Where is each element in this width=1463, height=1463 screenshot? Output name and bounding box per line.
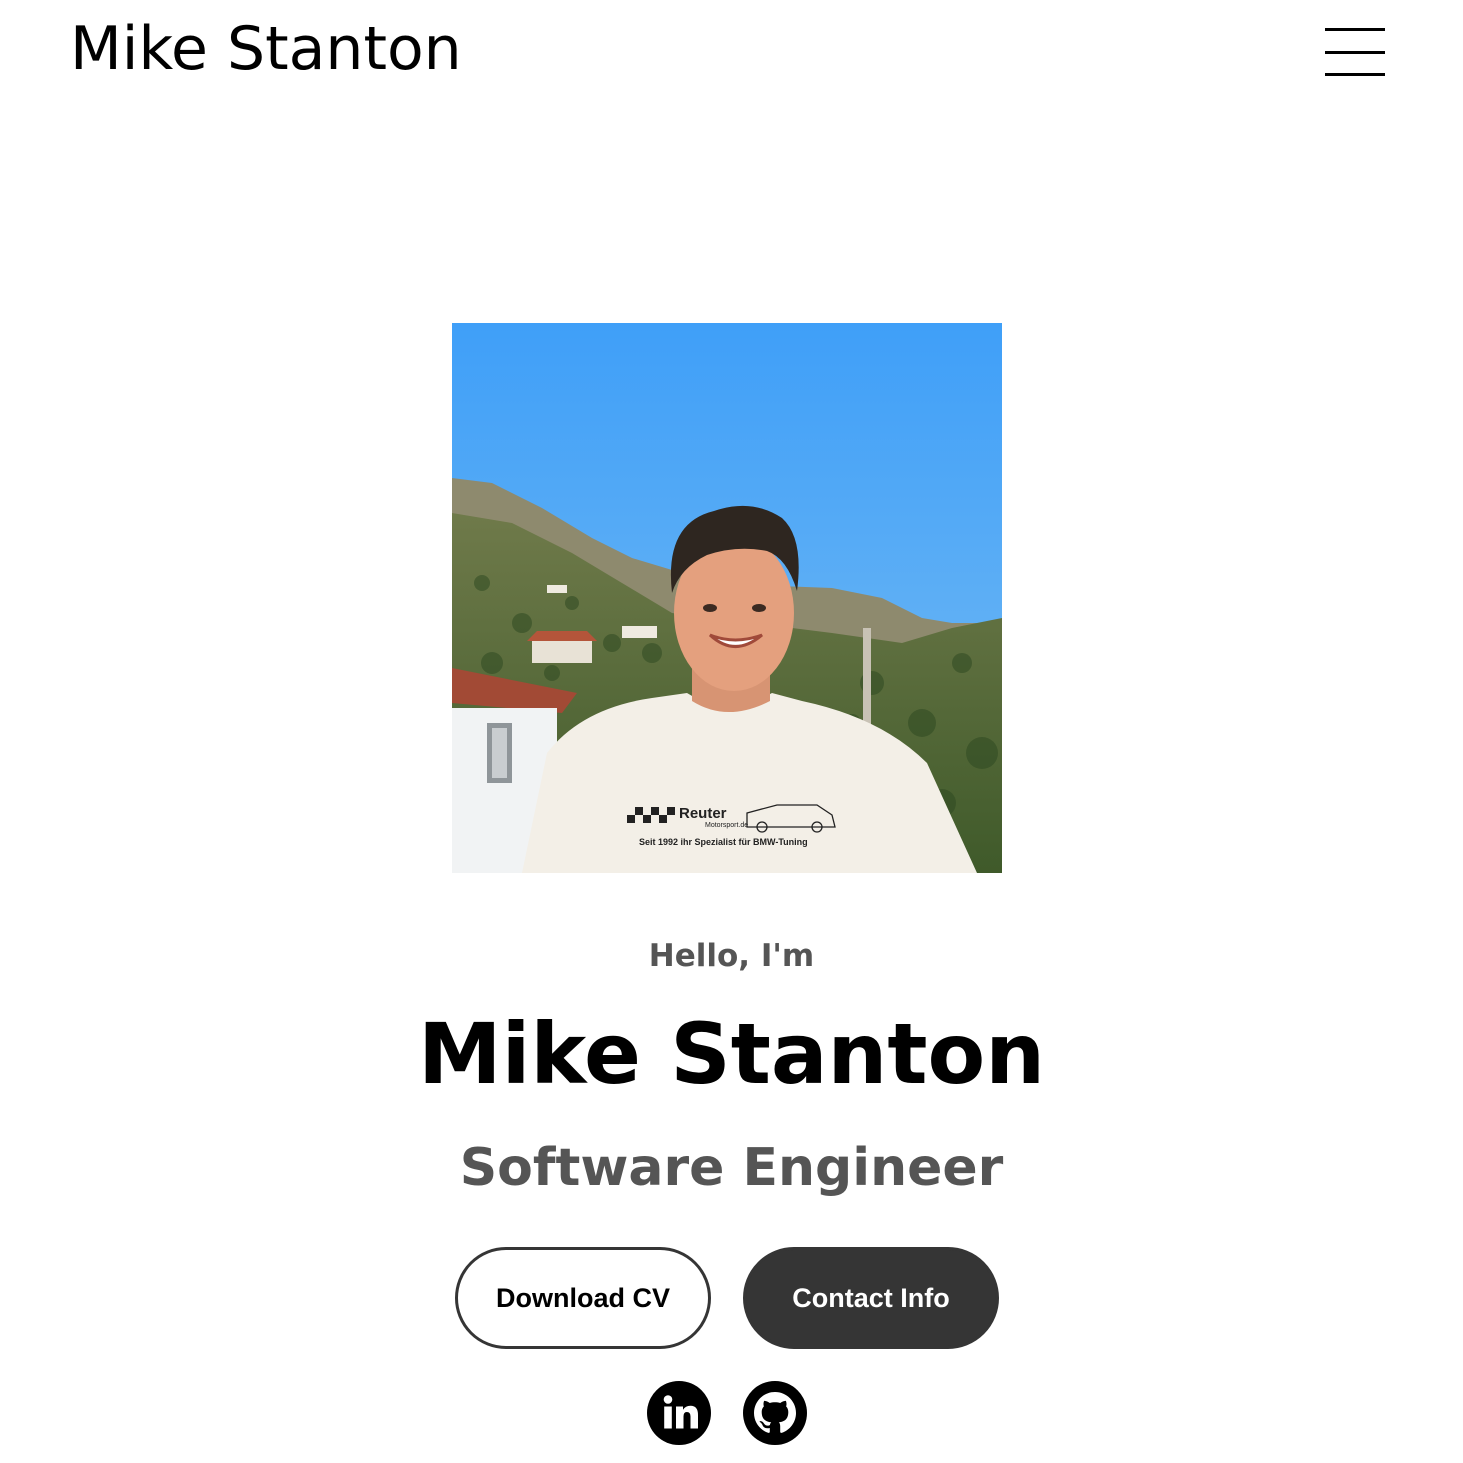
download-cv-button[interactable]: Download CV [455, 1247, 711, 1349]
profile-picture: Reuter Motorsport.de Seit 1992 ihr Spezi… [452, 323, 1002, 873]
github-icon[interactable] [743, 1381, 807, 1445]
hamburger-line [1325, 28, 1385, 31]
role-title: Software Engineer [459, 1138, 1004, 1198]
contact-info-button[interactable]: Contact Info [743, 1247, 999, 1349]
hamburger-menu-icon[interactable] [1325, 28, 1385, 78]
hamburger-line [1325, 51, 1385, 54]
hero-name: Mike Stanton [417, 1005, 1045, 1103]
shirt-brand: Reuter [679, 805, 727, 822]
shirt-site: Motorsport.de [705, 822, 748, 829]
hamburger-line [1325, 73, 1385, 76]
greeting-text: Hello, I'm [648, 938, 815, 974]
page: Mike Stanton Reuter Motorsport.de Seit 1… [0, 0, 1463, 1463]
shirt-tagline: Seit 1992 ihr Spezialist für BMW-Tuning [639, 837, 808, 847]
site-logo[interactable]: Mike Stanton [70, 14, 462, 84]
linkedin-icon[interactable] [647, 1381, 711, 1445]
